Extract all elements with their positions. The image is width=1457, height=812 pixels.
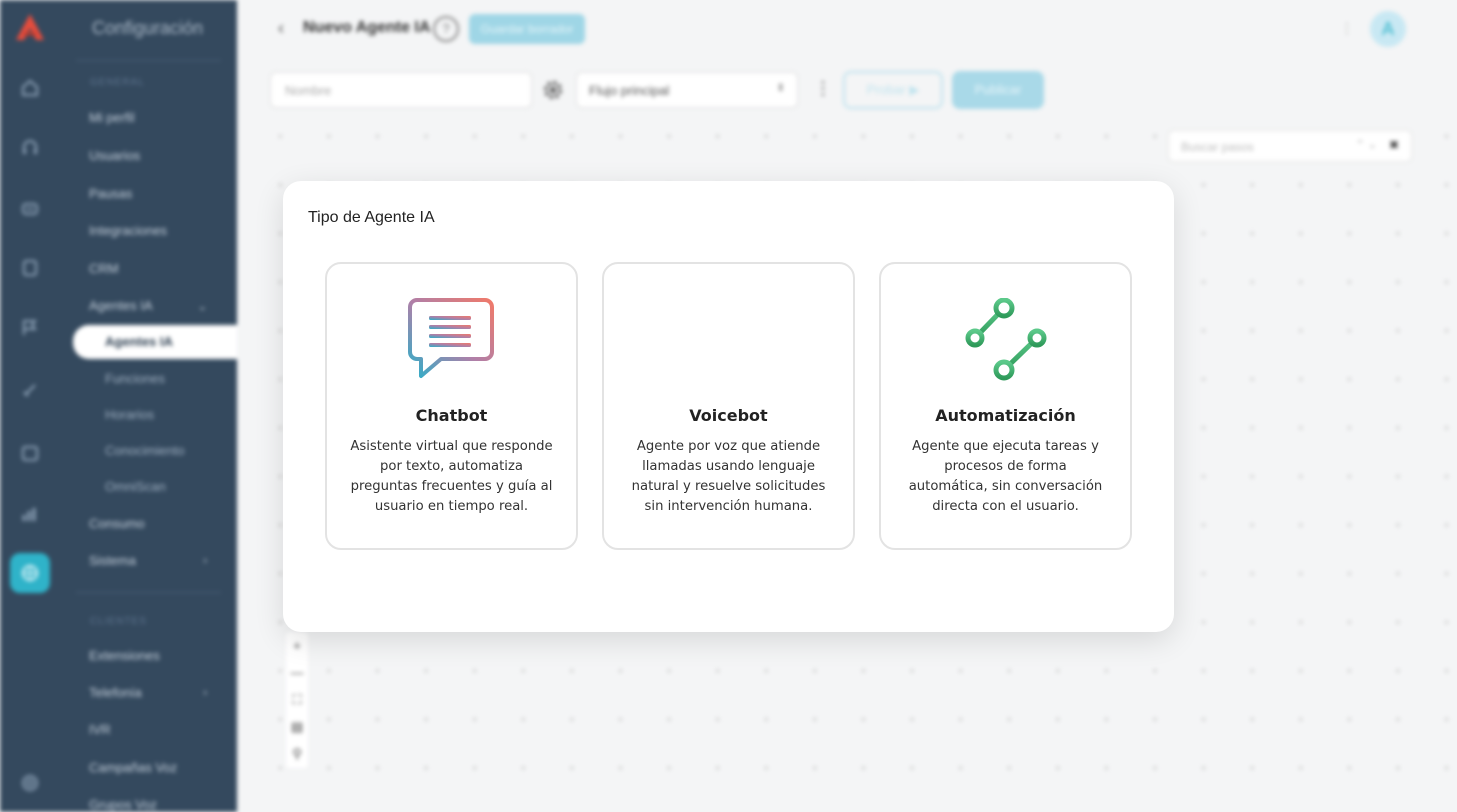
chatbot-card[interactable]: Chatbot Asistente virtual que responde p…: [325, 262, 578, 550]
card-title: Automatización: [935, 406, 1076, 425]
voicebot-card[interactable]: Voicebot Agente por voz que atiende llam…: [602, 262, 855, 550]
modal-overlay: Tipo de Agente IA Chatbot Asistente virt…: [0, 0, 1457, 812]
workflow-nodes-icon: [881, 298, 1130, 382]
card-title: Voicebot: [689, 406, 768, 425]
automation-card[interactable]: Automatización Agente que ejecuta tareas…: [879, 262, 1132, 550]
sound-wave-icon: [604, 298, 853, 382]
agent-type-modal: Tipo de Agente IA Chatbot Asistente virt…: [283, 181, 1174, 632]
card-description: Agente que ejecuta tareas y procesos de …: [908, 439, 1103, 514]
card-description: Asistente virtual que responde por texto…: [350, 439, 553, 514]
chat-bubble-icon: [327, 298, 576, 382]
card-description: Agente por voz que atiende llamadas usan…: [631, 439, 826, 514]
card-title: Chatbot: [415, 406, 488, 425]
modal-title: Tipo de Agente IA: [308, 209, 435, 226]
